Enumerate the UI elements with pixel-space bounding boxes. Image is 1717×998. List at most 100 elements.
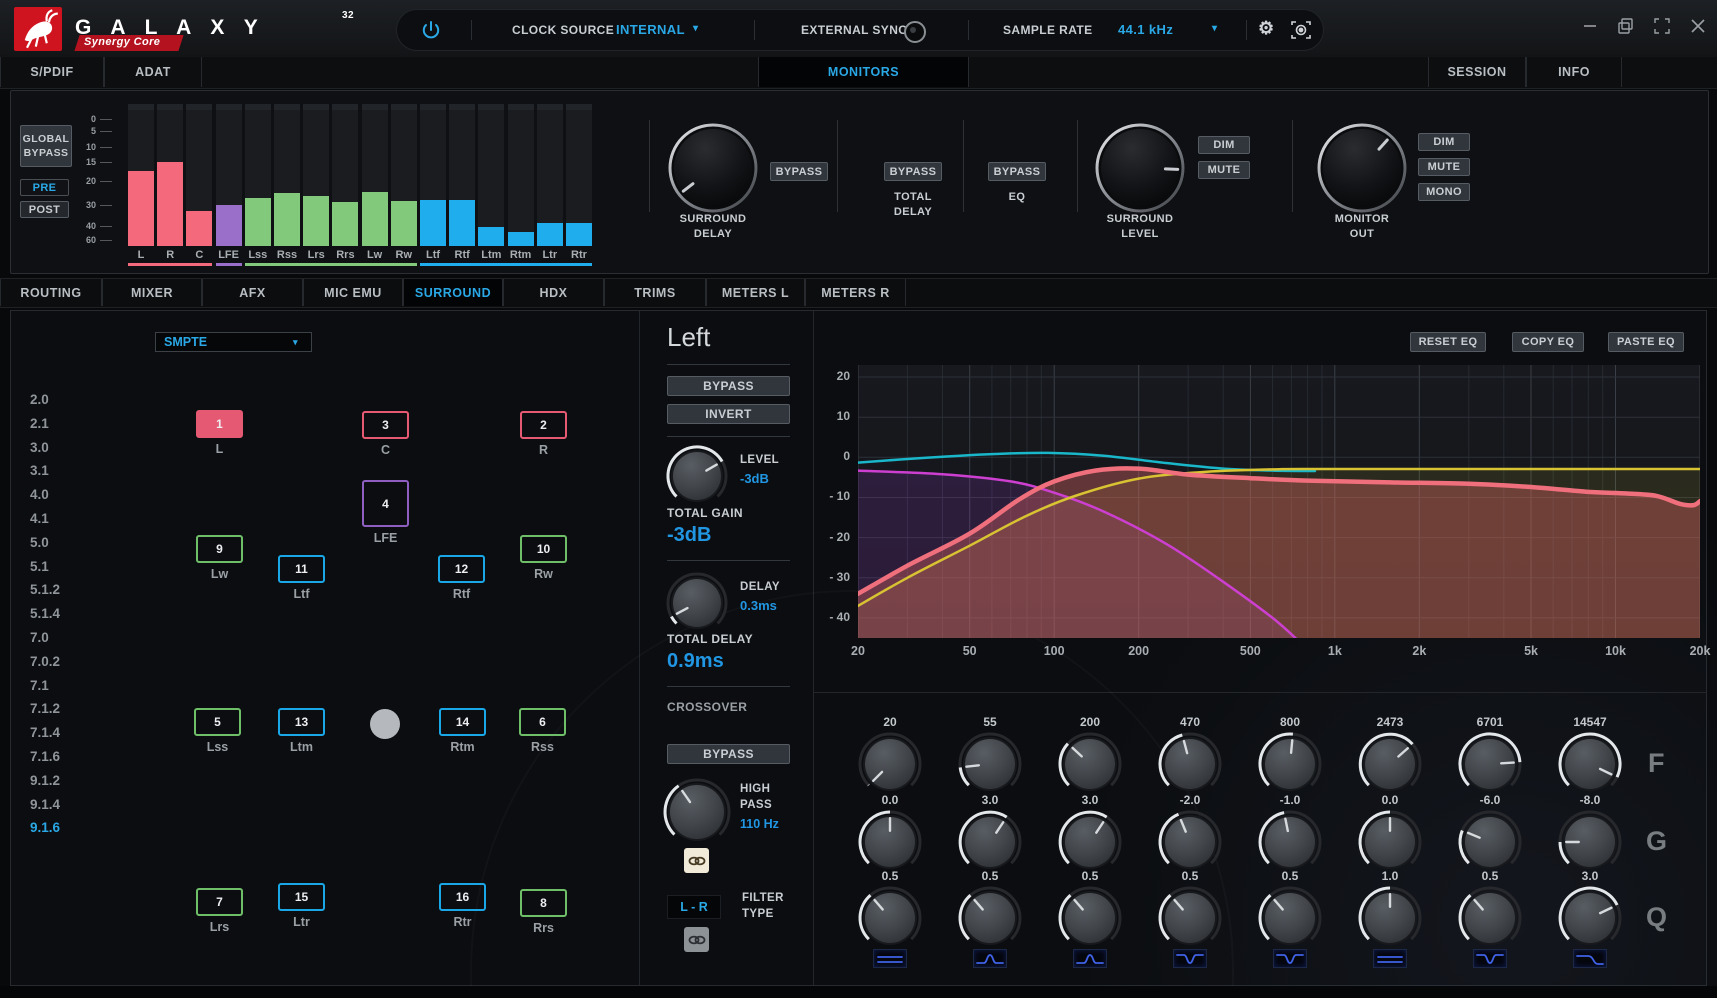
- close-button[interactable]: [1686, 14, 1710, 38]
- restore-button[interactable]: [1614, 14, 1638, 38]
- surround-dim-button[interactable]: DIM: [1198, 136, 1250, 154]
- sample-rate-dropdown-icon[interactable]: ▾: [1212, 23, 1217, 34]
- clock-source-value[interactable]: INTERNAL: [616, 22, 685, 37]
- filter-link-button[interactable]: [684, 927, 709, 952]
- band-5-gain-knob[interactable]: [1256, 808, 1324, 876]
- format-item-2.0[interactable]: 2.0: [30, 392, 110, 412]
- subtab-mixer[interactable]: MIXER: [102, 279, 202, 306]
- reset-eq-button[interactable]: RESET EQ: [1410, 332, 1486, 352]
- band-3-freq-knob[interactable]: [1056, 730, 1124, 798]
- band-8-freq-knob[interactable]: [1556, 730, 1624, 798]
- format-item-7.0[interactable]: 7.0: [30, 630, 110, 650]
- band-3-shape-bell-icon[interactable]: [1073, 949, 1107, 968]
- tab-s-pdif[interactable]: S/PDIF: [0, 57, 104, 87]
- band-3-gain-knob[interactable]: [1056, 808, 1124, 876]
- copy-eq-button[interactable]: COPY EQ: [1512, 332, 1584, 352]
- subtab-meters-l[interactable]: METERS L: [706, 279, 805, 306]
- speaker-box-L[interactable]: 1: [196, 410, 243, 438]
- band-4-freq-knob[interactable]: [1156, 730, 1224, 798]
- band-8-gain-knob[interactable]: [1556, 808, 1624, 876]
- format-item-3.0[interactable]: 3.0: [30, 440, 110, 460]
- format-item-5.1.2[interactable]: 5.1.2: [30, 582, 110, 602]
- monitor-dim-button[interactable]: DIM: [1418, 133, 1470, 151]
- total-delay-bypass-button[interactable]: BYPASS: [884, 162, 942, 181]
- level-knob[interactable]: [664, 443, 730, 509]
- channel-invert-button[interactable]: INVERT: [667, 404, 790, 424]
- paste-eq-button[interactable]: PASTE EQ: [1608, 332, 1684, 352]
- maximize-button[interactable]: [1650, 14, 1674, 38]
- delay-knob[interactable]: [664, 570, 730, 636]
- speaker-box-Lw[interactable]: 9: [196, 535, 243, 563]
- speaker-box-Ltm[interactable]: 13: [278, 708, 325, 736]
- surround-delay-knob[interactable]: [666, 121, 760, 215]
- band-1-gain-knob[interactable]: [856, 808, 924, 876]
- format-item-7.1[interactable]: 7.1: [30, 678, 110, 698]
- format-item-7.0.2[interactable]: 7.0.2: [30, 654, 110, 674]
- band-6-freq-knob[interactable]: [1356, 730, 1424, 798]
- minimize-button[interactable]: [1578, 14, 1602, 38]
- speaker-box-Rw[interactable]: 10: [520, 535, 567, 563]
- format-item-5.1[interactable]: 5.1: [30, 559, 110, 579]
- speaker-box-Lrs[interactable]: 7: [196, 888, 243, 916]
- subtab-meters-r[interactable]: METERS R: [805, 279, 906, 306]
- speaker-box-Rtf[interactable]: 12: [438, 555, 485, 583]
- band-2-q-knob[interactable]: [956, 884, 1024, 952]
- band-3-q-knob[interactable]: [1056, 884, 1124, 952]
- band-7-q-knob[interactable]: [1456, 884, 1524, 952]
- format-item-9.1.6[interactable]: 9.1.6: [30, 820, 110, 840]
- external-sync-indicator[interactable]: [904, 21, 926, 43]
- device-detect-icon[interactable]: [1290, 19, 1312, 46]
- band-6-shape-flat-icon[interactable]: [1373, 949, 1407, 968]
- speaker-box-LFE[interactable]: 4: [362, 480, 409, 527]
- filter-type-selector[interactable]: L - R: [667, 895, 721, 919]
- monitor-mute-button[interactable]: MUTE: [1418, 158, 1470, 176]
- band-7-gain-knob[interactable]: [1456, 808, 1524, 876]
- subtab-hdx[interactable]: HDX: [503, 279, 604, 306]
- monitor-mono-button[interactable]: MONO: [1418, 183, 1470, 201]
- surround-level-knob[interactable]: [1093, 121, 1187, 215]
- format-item-9.1.2[interactable]: 9.1.2: [30, 773, 110, 793]
- subtab-routing[interactable]: ROUTING: [0, 279, 102, 306]
- subtab-surround[interactable]: SURROUND: [403, 279, 503, 306]
- band-5-q-knob[interactable]: [1256, 884, 1324, 952]
- eq-bypass-button[interactable]: BYPASS: [988, 162, 1046, 181]
- band-1-freq-knob[interactable]: [856, 730, 924, 798]
- speaker-preset-dropdown[interactable]: SMPTE: [155, 332, 312, 352]
- clock-source-dropdown-icon[interactable]: ▾: [693, 23, 698, 34]
- post-button[interactable]: POST: [20, 201, 69, 218]
- format-item-5.1.4[interactable]: 5.1.4: [30, 606, 110, 626]
- highpass-link-button[interactable]: [684, 848, 709, 873]
- surround-delay-bypass-button[interactable]: BYPASS: [770, 162, 828, 181]
- band-1-q-knob[interactable]: [856, 884, 924, 952]
- format-item-5.0[interactable]: 5.0: [30, 535, 110, 555]
- band-4-gain-knob[interactable]: [1156, 808, 1224, 876]
- channel-bypass-button[interactable]: BYPASS: [667, 376, 790, 396]
- subtab-mic-emu[interactable]: MIC EMU: [303, 279, 403, 306]
- format-item-4.1[interactable]: 4.1: [30, 511, 110, 531]
- subtab-trims[interactable]: TRIMS: [604, 279, 706, 306]
- band-8-q-knob[interactable]: [1556, 884, 1624, 952]
- tab-session[interactable]: SESSION: [1428, 57, 1526, 87]
- format-item-4.0[interactable]: 4.0: [30, 487, 110, 507]
- format-item-7.1.2[interactable]: 7.1.2: [30, 701, 110, 721]
- crossover-bypass-button[interactable]: BYPASS: [667, 744, 790, 764]
- band-4-shape-notch-icon[interactable]: [1173, 949, 1207, 968]
- band-2-freq-knob[interactable]: [956, 730, 1024, 798]
- subtab-afx[interactable]: AFX: [202, 279, 303, 306]
- speaker-box-Lss[interactable]: 5: [194, 708, 241, 736]
- gear-icon[interactable]: ⚙: [1258, 18, 1275, 39]
- band-5-shape-notch-icon[interactable]: [1273, 949, 1307, 968]
- format-item-7.1.6[interactable]: 7.1.6: [30, 749, 110, 769]
- speaker-box-Rtm[interactable]: 14: [439, 708, 486, 736]
- global-bypass-button[interactable]: GLOBAL BYPASS: [20, 125, 72, 167]
- band-7-shape-notch-icon[interactable]: [1473, 949, 1507, 968]
- band-7-freq-knob[interactable]: [1456, 730, 1524, 798]
- tab-info[interactable]: INFO: [1526, 57, 1622, 87]
- sample-rate-value[interactable]: 44.1 kHz: [1118, 22, 1173, 37]
- tab-adat[interactable]: ADAT: [104, 57, 202, 87]
- monitor-out-knob[interactable]: [1315, 121, 1409, 215]
- band-1-shape-flat-icon[interactable]: [873, 949, 907, 968]
- format-item-2.1[interactable]: 2.1: [30, 416, 110, 436]
- band-6-gain-knob[interactable]: [1356, 808, 1424, 876]
- format-item-9.1.4[interactable]: 9.1.4: [30, 797, 110, 817]
